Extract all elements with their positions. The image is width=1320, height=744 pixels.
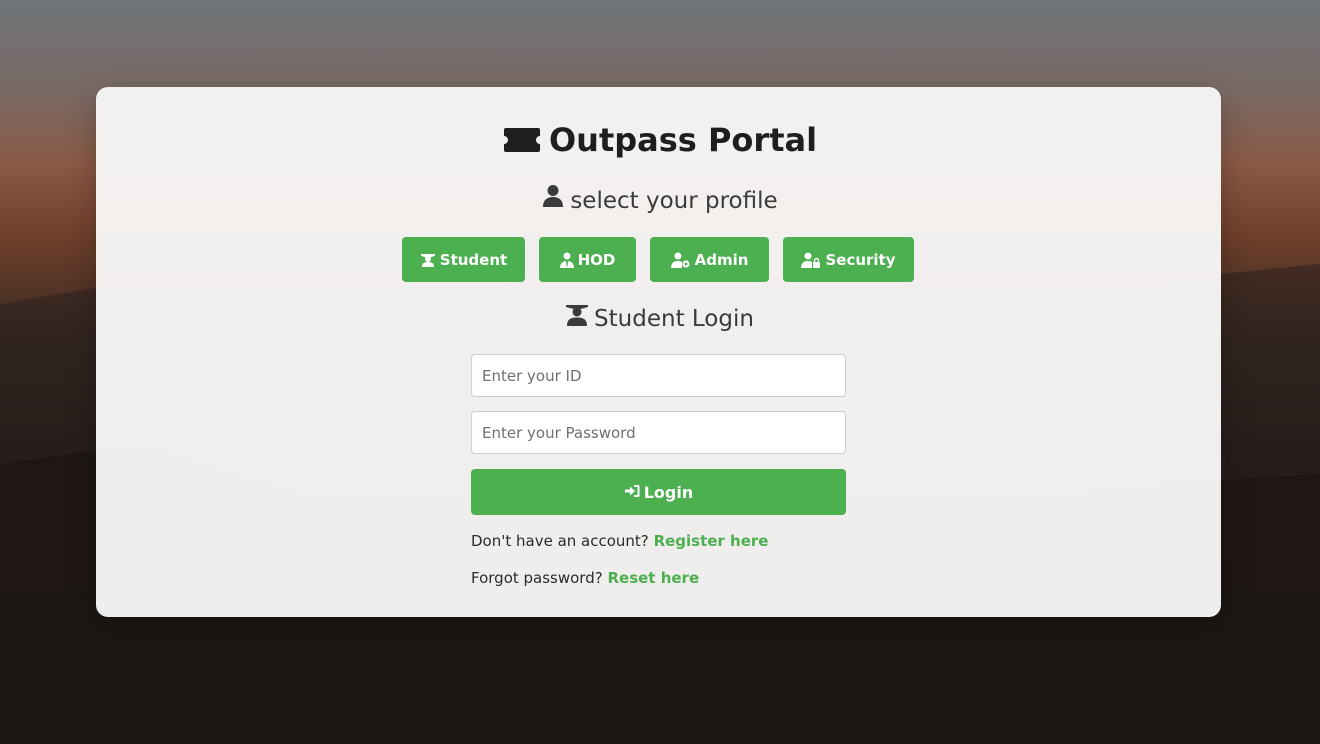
app-title: Outpass Portal bbox=[548, 121, 818, 159]
security-profile-button[interactable]: Security bbox=[783, 237, 914, 282]
profile-heading: select your profile bbox=[0, 184, 1320, 218]
ticket-icon bbox=[503, 126, 541, 154]
page-title: Outpass Portal bbox=[0, 118, 1320, 162]
register-note: Don't have an account? Register here bbox=[471, 531, 768, 551]
profile-buttons: Student HOD Admin Security bbox=[0, 237, 1320, 282]
security-profile-label: Security bbox=[825, 250, 896, 269]
user-gear-icon bbox=[670, 252, 691, 268]
hod-profile-label: HOD bbox=[577, 250, 616, 269]
register-link[interactable]: Register here bbox=[654, 532, 769, 550]
user-lock-icon bbox=[801, 252, 821, 268]
hod-profile-button[interactable]: HOD bbox=[539, 237, 636, 282]
forgot-note: Forgot password? Reset here bbox=[471, 568, 699, 588]
user-icon bbox=[542, 184, 564, 218]
student-profile-button[interactable]: Student bbox=[402, 237, 525, 282]
sign-in-icon bbox=[624, 483, 640, 502]
password-input[interactable] bbox=[471, 411, 846, 454]
login-button[interactable]: Login bbox=[471, 469, 846, 515]
reset-link[interactable]: Reset here bbox=[607, 569, 699, 587]
register-prompt: Don't have an account? bbox=[471, 532, 649, 550]
forgot-prompt: Forgot password? bbox=[471, 569, 603, 587]
admin-profile-button[interactable]: Admin bbox=[650, 237, 769, 282]
student-icon bbox=[420, 252, 436, 268]
id-input[interactable] bbox=[471, 354, 846, 397]
login-heading: Student Login bbox=[0, 302, 1320, 336]
student-icon bbox=[566, 302, 589, 336]
profile-heading-text: select your profile bbox=[570, 188, 778, 214]
student-profile-label: Student bbox=[439, 250, 508, 269]
admin-profile-label: Admin bbox=[694, 250, 749, 269]
user-tie-icon bbox=[559, 252, 574, 268]
login-button-label: Login bbox=[643, 482, 694, 502]
login-heading-text: Student Login bbox=[594, 306, 754, 332]
